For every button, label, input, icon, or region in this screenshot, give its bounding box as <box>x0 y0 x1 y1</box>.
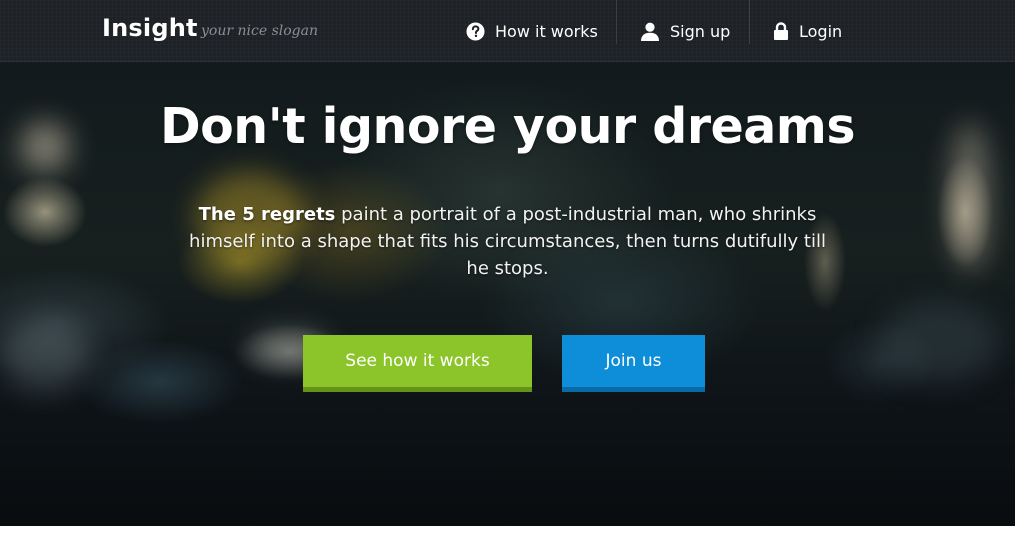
navbar: Insight your nice slogan How it works Si… <box>0 0 1015 62</box>
brand-slogan: your nice slogan <box>201 23 318 39</box>
background-light <box>880 302 1000 382</box>
page: Insight your nice slogan How it works Si… <box>0 0 1015 560</box>
nav-how-it-works[interactable]: How it works <box>466 0 598 62</box>
nav-login[interactable]: Login <box>773 0 842 62</box>
nav-sign-up-label: Sign up <box>670 21 731 41</box>
nav-how-it-works-label: How it works <box>495 21 598 41</box>
hero-lead-highlight: The 5 regrets <box>198 204 336 225</box>
hero-title: Don't ignore your dreams <box>159 98 856 155</box>
nav-divider <box>616 0 617 44</box>
background-light <box>0 322 90 392</box>
brand-logo[interactable]: Insight <box>102 14 198 42</box>
nav-sign-up[interactable]: Sign up <box>640 0 730 62</box>
user-icon <box>640 22 660 41</box>
question-circle-icon <box>466 21 485 41</box>
hero-lead: The 5 regrets paint a portrait of a post… <box>180 201 835 282</box>
nav-login-label: Login <box>799 21 843 41</box>
see-how-it-works-button[interactable]: See how it works <box>303 335 532 392</box>
join-us-button[interactable]: Join us <box>562 335 705 392</box>
lock-icon <box>773 21 789 41</box>
nav-divider <box>749 0 750 44</box>
hero-section: Don't ignore your dreams The 5 regrets p… <box>0 62 1015 526</box>
